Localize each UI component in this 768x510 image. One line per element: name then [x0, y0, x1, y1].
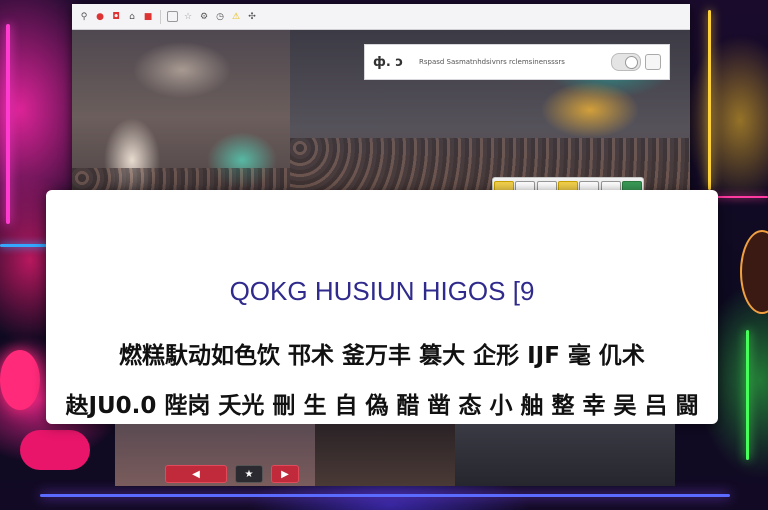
settings-icon[interactable]: ⚙ [198, 11, 210, 23]
toolbar-divider [160, 9, 161, 24]
browser-toolbar: ⚲ ● ◘ ⌂ ■ ☆ ⚙ ◷ ⚠ ✣ [72, 4, 690, 30]
neon-orb-magenta [20, 430, 90, 470]
caption-line-2: 赽JU0.0 陛岗 夭光 刪 生 自 偽 醋 凿 态 小 舳 整 幸 吴 吕 闘 [65, 393, 699, 419]
extension-icon[interactable]: ✣ [246, 11, 258, 23]
home-icon[interactable]: ⌂ [126, 11, 138, 23]
menu-button[interactable] [645, 54, 661, 70]
bookmark-icon[interactable]: ◘ [110, 11, 122, 23]
site-logo[interactable]: ф. ↄ [373, 55, 419, 70]
prev-button[interactable]: ◀ [165, 465, 227, 483]
neon-line-yellow [708, 10, 711, 190]
neon-line-left [6, 24, 10, 224]
pin-icon[interactable]: ⚲ [78, 11, 90, 23]
neon-line-bottom [40, 494, 730, 497]
caption-title: QOKG HUSIUN HIGOS [9 [229, 276, 535, 306]
embedded-page-header[interactable]: ф. ↄ Rspasd Sasmatnhdsivnrs rclemsinenss… [364, 44, 670, 80]
caption-card: QOKG HUSIUN HIGOS [9 燃糕馱动如色饮 邗术 釜万丰 篡大 企… [46, 190, 718, 424]
star-icon[interactable]: ☆ [182, 11, 194, 23]
neon-line-blue [0, 244, 50, 247]
site-tagline: Rspasd Sasmatnhdsivnrs rclemsinensssrs [419, 58, 565, 66]
history-icon[interactable]: ◷ [214, 11, 226, 23]
toggle-switch[interactable] [611, 53, 641, 71]
neon-line-green [746, 330, 749, 460]
favorite-button[interactable]: ★ [235, 465, 263, 483]
alert-icon[interactable]: ⚠ [230, 11, 242, 23]
neon-orb-pink [0, 350, 40, 410]
bottom-media-dock: ◀ ★ ▶ [115, 424, 675, 486]
stop-icon[interactable]: ■ [142, 11, 154, 23]
tab-icon[interactable] [167, 11, 178, 22]
record-icon[interactable]: ● [94, 11, 106, 23]
caption-line-1: 燃糕馱动如色饮 邗术 釜万丰 篡大 企形 IJF 毫 仉术 [119, 343, 645, 369]
dock-controls: ◀ ★ ▶ [165, 464, 665, 484]
next-button[interactable]: ▶ [271, 465, 299, 483]
